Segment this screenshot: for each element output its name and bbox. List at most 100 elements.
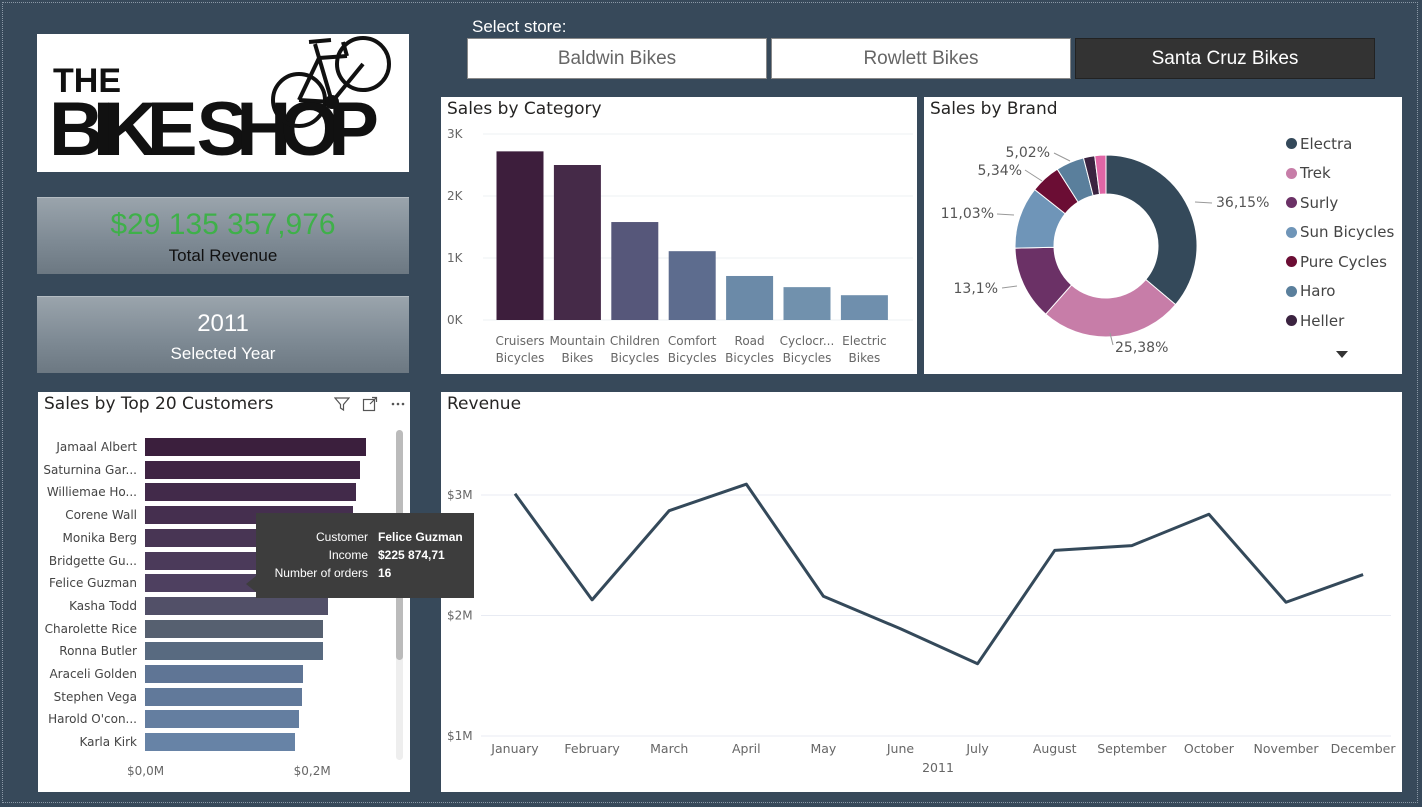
legend-item[interactable]: Heller (1286, 306, 1394, 336)
legend-marker (1286, 197, 1297, 209)
more-options-icon[interactable] (390, 396, 406, 412)
x-tick-label: Bicycles (783, 351, 832, 365)
data-label: 5,02% (1006, 145, 1050, 161)
customer-row[interactable]: Karla Kirk (38, 731, 295, 753)
customer-name-label: Charolette Rice (44, 621, 137, 636)
customer-name-label: Karla Kirk (79, 735, 137, 750)
customer-row[interactable]: Charolette Rice (38, 618, 324, 640)
customer-bar[interactable] (145, 619, 324, 638)
legend-label: Pure Cycles (1300, 252, 1387, 271)
brand-legend: Electra Trek Surly Sun Bicycles Pure Cycles H… (1286, 129, 1394, 336)
tooltip-pointer (246, 576, 256, 592)
customer-name-label: Corene Wall (65, 508, 137, 523)
x-tick-label: Cruisers (495, 334, 544, 348)
kpi-year-label: Selected Year (170, 344, 276, 363)
x-tick-label: February (564, 741, 620, 756)
legend-label: Surly (1300, 193, 1339, 212)
customer-row[interactable]: Ronna Butler (38, 640, 324, 662)
customer-name-label: Kasha Todd (69, 598, 137, 613)
tooltip-row-income: Income $225 874,71 (256, 548, 474, 566)
customer-row[interactable]: Kasha Todd (38, 595, 329, 617)
customer-row[interactable]: Araceli Golden (38, 663, 304, 685)
legend-item[interactable]: Haro (1286, 277, 1394, 307)
data-label: 36,15% (1216, 195, 1269, 211)
kpi-revenue-label: Total Revenue (168, 246, 278, 265)
focus-mode-icon[interactable] (362, 396, 378, 412)
customer-bar[interactable] (145, 483, 356, 502)
y-tick-label: 3K (447, 127, 464, 141)
legend-item[interactable]: Electra (1286, 129, 1394, 159)
legend-label: Trek (1300, 164, 1331, 183)
store-button-santa-cruz[interactable]: Santa Cruz Bikes (1075, 38, 1375, 79)
revenue-line-chart: $1M $2M $3M January February March April May Jun… (447, 482, 1396, 775)
customer-bar[interactable] (145, 733, 295, 752)
store-button-baldwin[interactable]: Baldwin Bikes (467, 38, 767, 79)
tooltip-key: Number of orders (274, 566, 368, 580)
customer-bar[interactable] (145, 460, 360, 479)
y-tick-label: 2K (447, 189, 464, 203)
x-tick-label: $0,0M (127, 764, 165, 778)
customer-name-label: Harold O'con... (48, 712, 137, 727)
customer-name-label: Felice Guzman (49, 576, 137, 591)
data-label-leader (1024, 169, 1043, 182)
store-selector-label: Select store: (472, 17, 567, 36)
legend-item[interactable]: Pure Cycles (1286, 247, 1394, 277)
customer-bar[interactable] (145, 642, 324, 661)
x-tick-label: January (490, 741, 539, 756)
category-bar (611, 222, 659, 320)
legend-marker (1286, 285, 1297, 297)
category-bar (496, 151, 544, 320)
sales-by-brand-card[interactable]: Sales by Brand 36,15% 25,38% 13,1% 11,03% 5,… (924, 97, 1402, 374)
data-label: 25,38% (1115, 340, 1168, 356)
customer-row[interactable]: Harold O'con... (38, 708, 300, 730)
legend-item[interactable]: Sun Bicycles (1286, 218, 1394, 248)
store-button-rowlett[interactable]: Rowlett Bikes (771, 38, 1071, 79)
sales-by-brand-chart: 36,15% 25,38% 13,1% 11,03% 5,34% 5,02% (941, 145, 1270, 356)
customer-row[interactable]: Williemae Ho... (38, 481, 356, 503)
customer-row[interactable]: Stephen Vega (38, 686, 302, 708)
x-tick-label: $0,2M (293, 764, 331, 778)
bicycle-pedal (325, 95, 339, 109)
x-tick-label: March (650, 741, 688, 756)
tooltip-value: 16 (378, 566, 392, 580)
legend-item[interactable]: Surly (1286, 188, 1394, 218)
kpi-year-value: 2011 (197, 310, 249, 337)
kpi-revenue-value: $29 135 357,976 (110, 208, 336, 241)
filter-icon[interactable] (334, 396, 350, 412)
data-label-leader (1001, 285, 1018, 289)
tooltip-key: Income (328, 548, 368, 562)
category-bar (726, 275, 774, 320)
x-tick-label: September (1097, 741, 1167, 756)
customer-name-label: Saturnina Gar... (43, 462, 137, 477)
customer-bar[interactable] (145, 687, 302, 706)
logo-graphic: THE BIKE SHOP (49, 36, 391, 172)
tooltip-row-customer: Customer Felice Guzman (256, 530, 474, 548)
data-label-leader (996, 213, 1015, 216)
customer-bar[interactable] (145, 665, 304, 683)
sales-by-customers-title: Sales by Top 20 Customers (44, 394, 274, 414)
x-tick-label: Mountain (549, 334, 605, 348)
legend-item[interactable]: Trek (1286, 159, 1394, 189)
dropdown-arrow-icon[interactable] (1336, 351, 1348, 358)
x-tick-label: Road (735, 334, 765, 348)
customer-row[interactable]: Saturnina Gar... (38, 459, 360, 481)
tooltip-value: $225 874,71 (378, 548, 445, 562)
customer-bar[interactable] (145, 710, 300, 729)
legend-label: Heller (1300, 311, 1345, 330)
customer-tooltip: Customer Felice Guzman Income $225 874,7… (256, 513, 474, 598)
customer-bar[interactable] (145, 596, 329, 615)
x-tick-label: Comfort (668, 334, 717, 348)
x-tick-label: Cyclocr... (780, 334, 835, 348)
x-tick-label: Bicycles (496, 351, 545, 365)
customer-name-label: Jamaal Albert (56, 440, 137, 454)
sales-by-category-card[interactable]: Sales by Category 0K 1K 2K 3K Cruisers Bicycl… (441, 97, 917, 374)
customer-bar[interactable] (145, 438, 366, 456)
customer-name-label: Araceli Golden (49, 667, 137, 681)
revenue-line (513, 482, 1364, 666)
x-tick-label: Bikes (849, 351, 881, 365)
revenue-card[interactable]: Revenue $1M $2M $3M January February March Apr… (441, 392, 1402, 792)
customer-row[interactable]: Jamaal Albert (38, 436, 366, 458)
legend-marker (1286, 138, 1297, 150)
legend-label: Haro (1300, 282, 1336, 301)
customer-x-axis: $0,0M $0,2M (38, 764, 398, 782)
